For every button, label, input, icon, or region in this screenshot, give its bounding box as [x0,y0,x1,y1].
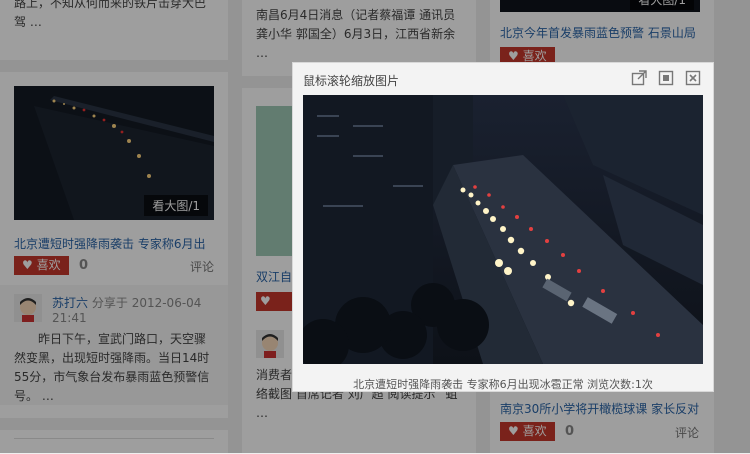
rainy-night-traffic-image [303,95,703,364]
photo-caption: 北京遭短时强降雨袭击 专家称6月出现冰雹正常 浏览次数:1次 [353,378,653,391]
enlarged-photo[interactable] [303,95,703,364]
open-external-button[interactable] [630,69,648,87]
fullscreen-button[interactable] [657,69,675,87]
fullscreen-icon [658,70,674,86]
image-viewer-dialog: 鼠标滚轮缩放图片 北京遭短时强降雨袭击 专家称6月出现冰雹正常 浏览次数:1次 [292,62,714,392]
close-button[interactable] [684,69,702,87]
dialog-title: 鼠标滚轮缩放图片 [303,74,400,88]
open-external-icon [631,70,647,86]
close-icon [685,70,701,86]
